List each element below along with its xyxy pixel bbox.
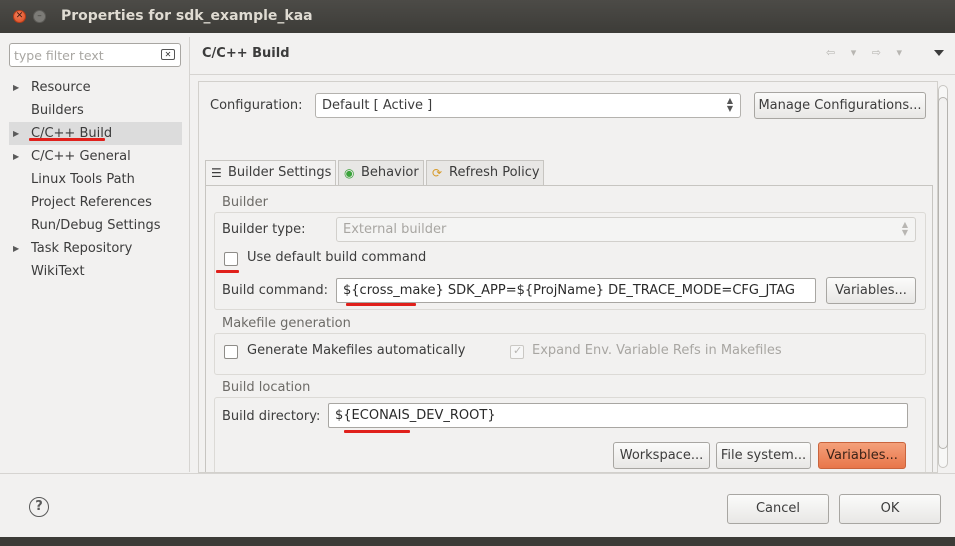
scrollbar-thumb[interactable] [938,97,948,449]
build-directory-label: Build directory: [222,409,321,424]
filter-input[interactable] [14,47,154,63]
checkmark-icon: ✓ [513,344,523,357]
tree-item-resource[interactable]: ▶ Resource [9,76,182,99]
refresh-icon: ⟳ [432,166,443,180]
tab-label: Behavior [361,165,419,180]
use-default-build-command-label: Use default build command [247,250,427,265]
radio-icon: ◉ [344,166,355,180]
builder-settings-panel: Builder Builder type: External builder ▲… [205,185,933,472]
configuration-value: Default [ Active ] [322,98,433,113]
tree-item-builders[interactable]: Builders [9,99,182,122]
left-pane: ✕ ▶ Resource Builders ▶ C/C++ Build ▶ C/… [9,43,182,473]
build-directory-value: ${ECONAIS_DEV_ROOT} [335,408,496,423]
build-command-input[interactable]: ${cross_make} SDK_APP=${ProjName} DE_TRA… [336,278,816,303]
expand-env-refs-label: Expand Env. Variable Refs in Makefiles [532,343,782,358]
window-title: Properties for sdk_example_kaa [61,8,313,24]
history-nav[interactable]: ⇦ ▾ ⇨ ▾ [826,46,908,59]
tree-item-linux-tools-path[interactable]: Linux Tools Path [9,168,182,191]
annotation-underline [346,303,416,306]
tree-item-label: Run/Debug Settings [31,218,161,233]
footer-separator [0,473,955,474]
minimize-window-button[interactable]: – [33,10,46,23]
tree-item-label: WikiText [31,264,85,279]
expand-arrow-icon[interactable]: ▶ [13,145,19,168]
builder-group-title: Builder [222,195,268,210]
annotation-underline [344,430,410,433]
view-menu-icon[interactable] [934,50,944,56]
cancel-button[interactable]: Cancel [727,494,829,524]
manage-configurations-button[interactable]: Manage Configurations... [754,92,926,119]
forward-arrow-icon[interactable]: ⇨ ▾ [872,46,908,59]
builder-type-label: Builder type: [222,222,306,237]
title-bar: ✕ – Properties for sdk_example_kaa [0,0,955,33]
page-content: Configuration: Default [ Active ] ▲ ▼ Man… [198,81,938,473]
close-window-button[interactable]: ✕ [13,10,26,23]
build-location-group-title: Build location [222,380,311,395]
ok-button[interactable]: OK [839,494,941,524]
makefile-group-title: Makefile generation [222,316,351,331]
tree-item-task-repository[interactable]: ▶ Task Repository [9,237,182,260]
spinner-icon: ▲ ▼ [726,96,733,113]
tree-item-label: Task Repository [31,241,133,256]
expand-env-refs-checkbox[interactable]: ✓ [510,344,524,359]
filter-box: ✕ [9,43,181,67]
annotation-underline [29,138,105,141]
tree-item-project-references[interactable]: Project References [9,191,182,214]
build-directory-input[interactable]: ${ECONAIS_DEV_ROOT} [328,403,908,428]
tree-item-wikitext[interactable]: WikiText [9,260,182,283]
title-separator [190,74,955,75]
use-default-build-command-checkbox[interactable] [224,252,238,266]
tree-item-run-debug-settings[interactable]: Run/Debug Settings [9,214,182,237]
build-command-value: ${cross_make} SDK_APP=${ProjName} DE_TRA… [343,283,795,298]
help-icon[interactable]: ? [29,497,49,517]
spinner-icon: ▲ ▼ [901,220,908,237]
workspace-button[interactable]: Workspace... [613,442,710,469]
page-title: C/C++ Build [202,46,290,61]
builder-type-value: External builder [343,222,447,237]
tree-item-label: Project References [31,195,152,210]
build-command-label: Build command: [222,283,329,298]
tab-builder-settings[interactable]: ☰ Builder Settings [205,160,336,187]
properties-dialog: ✕ – Properties for sdk_example_kaa ✕ ▶ R… [0,0,955,546]
tree-item-label: Linux Tools Path [31,172,135,187]
command-variables-button[interactable]: Variables... [826,277,916,304]
generate-makefiles-checkbox[interactable] [224,345,238,359]
list-icon: ☰ [211,166,222,180]
tab-label: Builder Settings [228,165,332,180]
configuration-select[interactable]: Default [ Active ] ▲ ▼ [315,93,741,118]
file-system-button[interactable]: File system... [716,442,811,469]
configuration-label: Configuration: [210,98,303,113]
expand-arrow-icon[interactable]: ▶ [13,76,19,99]
tab-label: Refresh Policy [449,165,540,180]
tree-item-label: Builders [31,103,84,118]
property-tree: ▶ Resource Builders ▶ C/C++ Build ▶ C/C+… [9,76,182,283]
back-arrow-icon[interactable]: ⇦ ▾ [826,46,862,59]
tab-refresh-policy[interactable]: ⟳ Refresh Policy [426,160,544,186]
tab-behavior[interactable]: ◉ Behavior [338,160,424,186]
expand-arrow-icon[interactable]: ▶ [13,122,19,145]
expand-arrow-icon[interactable]: ▶ [13,237,19,260]
clear-filter-icon[interactable]: ✕ [161,49,175,60]
right-pane: C/C++ Build ⇦ ▾ ⇨ ▾ Configuration: Defau… [190,37,955,473]
screen-edge [0,537,955,546]
annotation-underline [216,270,239,273]
builder-type-select[interactable]: External builder ▲ ▼ [336,217,916,242]
directory-variables-button[interactable]: Variables... [818,442,906,469]
tree-item-cpp-general[interactable]: ▶ C/C++ General [9,145,182,168]
generate-makefiles-label: Generate Makefiles automatically [247,343,466,358]
tree-item-cpp-build[interactable]: ▶ C/C++ Build [9,122,182,145]
tree-item-label: Resource [31,80,91,95]
tree-item-label: C/C++ General [31,149,131,164]
vertical-scrollbar[interactable] [937,85,949,468]
